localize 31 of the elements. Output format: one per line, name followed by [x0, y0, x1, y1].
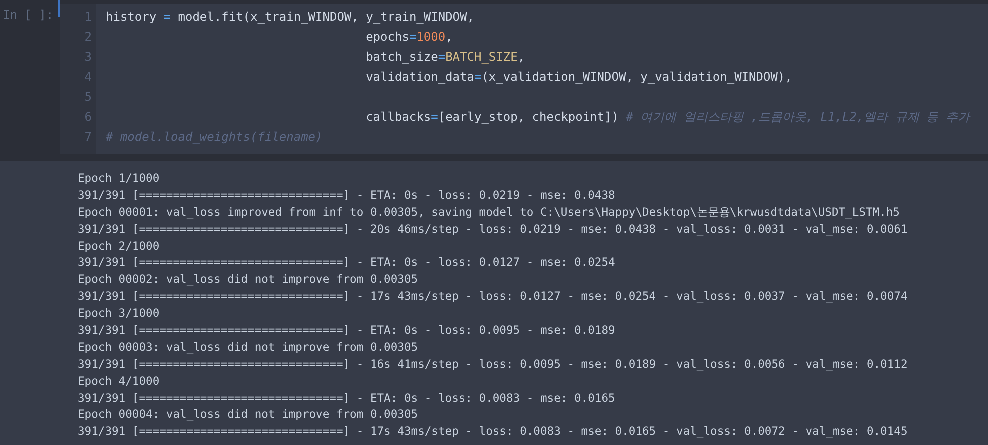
output-line: Epoch 00001: val_loss improved from inf to 0.00305, saving model to C:\Users\Happy\Desktop\논문용\krwusdtdata\USDT_LSTM.h5 — [78, 204, 901, 221]
output-line: 391/391 [==============================] - ETA: 0s - loss: 0.0219 - mse: 0.0438 — [78, 188, 616, 204]
code-line: validation_data=(x_validation_WINDOW, y_validation_WINDOW), — [365, 69, 792, 86]
code-line: batch_size=BATCH_SIZE, — [365, 49, 526, 66]
output-line: 391/391 [==============================] - 17s 43ms/step - loss: 0.0083 - mse: 0.0165 - val_loss: 0.0072 - val_mse: 0.0145 — [78, 424, 909, 440]
output-line: Epoch 00003: val_loss did not improve from 0.00305 — [78, 340, 420, 356]
output-line: 391/391 [==============================] - ETA: 0s - loss: 0.0127 - mse: 0.0254 — [78, 255, 616, 272]
output-line: Epoch 4/1000 — [78, 374, 161, 390]
line-number: 1 — [84, 9, 93, 26]
output-line: Epoch 00002: val_loss did not improve from 0.00305 — [78, 272, 420, 288]
output-line: 391/391 [==============================] - 17s 43ms/step - loss: 0.0127 - mse: 0.0254 - val_loss: 0.0037 - val_mse: 0.0074 — [78, 289, 909, 306]
output-line: 391/391 [==============================] - 16s 41ms/step - loss: 0.0095 - mse: 0.0189 - val_loss: 0.0056 - val_mse: 0.0112 — [78, 356, 909, 373]
output-line: 391/391 [==============================] - ETA: 0s - loss: 0.0083 - mse: 0.0165 — [78, 390, 616, 407]
line-number: 5 — [84, 89, 93, 106]
code-line: callbacks=[early_stop, checkpoint]) # 여기에 얼리스타핑 ,드롭아웃, L1,L2,엘라 규제 등 추가 — [365, 109, 970, 126]
line-number: 7 — [84, 129, 93, 146]
output-line: 391/391 [==============================] - ETA: 0s - loss: 0.0095 - mse: 0.0189 — [78, 323, 616, 340]
code-line: epochs=1000, — [365, 29, 453, 46]
code-line: history = model.fit(x_train_WINDOW, y_train_WINDOW, — [106, 9, 474, 26]
output-line: Epoch 00004: val_loss did not improve from 0.00305 — [78, 407, 420, 424]
output-line: 391/391 [==============================] - 20s 46ms/step - loss: 0.0219 - mse: 0.0438 - val_loss: 0.0031 - val_mse: 0.0061 — [78, 222, 909, 238]
output-line: Epoch 2/1000 — [78, 238, 161, 255]
code-editor[interactable] — [60, 4, 988, 154]
output-line: Epoch 1/1000 — [78, 171, 161, 187]
input-prompt: In [ ]: — [2, 7, 54, 24]
line-number: 2 — [84, 29, 93, 46]
output-line: Epoch 3/1000 — [78, 306, 161, 322]
line-number: 6 — [84, 109, 93, 126]
line-number: 4 — [84, 69, 93, 86]
line-number: 3 — [84, 49, 93, 66]
code-line: # model.load_weights(filename) — [106, 129, 323, 146]
